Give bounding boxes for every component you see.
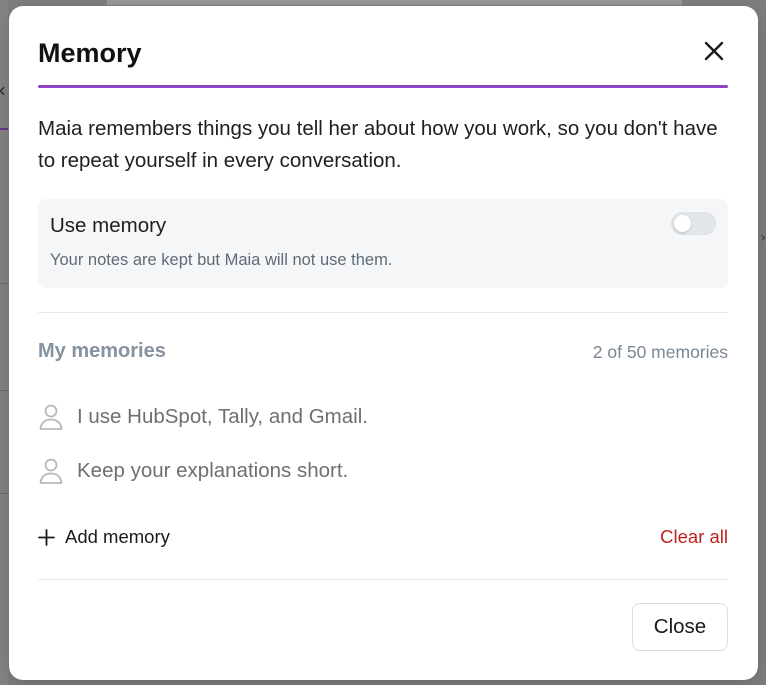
section-divider (38, 312, 728, 313)
memory-list-item: I use HubSpot, Tally, and Gmail. (38, 401, 638, 433)
chevron-right-icon: › (760, 230, 766, 246)
user-icon (38, 401, 70, 433)
close-icon[interactable] (699, 36, 729, 66)
background-sidebar (0, 0, 8, 685)
background-divider (0, 283, 8, 284)
user-icon (38, 455, 70, 487)
dialog-title: Memory (38, 38, 142, 68)
use-memory-label: Use memory (50, 214, 167, 237)
toggle-knob (674, 215, 691, 232)
use-memory-sublabel: Your notes are kept but Maia will not us… (50, 251, 393, 269)
footer-divider (38, 579, 728, 580)
dialog-description: Maia remembers things you tell her about… (38, 117, 718, 172)
memory-text: I use HubSpot, Tally, and Gmail. (77, 405, 368, 428)
add-memory-label: Add memory (65, 526, 170, 547)
use-memory-card: Use memory Your notes are kept but Maia … (38, 199, 728, 288)
plus-icon (38, 528, 56, 546)
close-button[interactable]: Close (632, 603, 728, 651)
use-memory-toggle[interactable] (671, 212, 716, 235)
background-accent-line (0, 128, 8, 130)
background-panel (107, 0, 682, 5)
chevron-left-icon: ‹ (0, 78, 6, 102)
my-memories-heading: My memories (38, 340, 166, 362)
memory-text: Keep your explanations short. (77, 459, 349, 482)
background-divider (0, 390, 8, 391)
memory-list-item: Keep your explanations short. (38, 455, 638, 487)
add-memory-button[interactable]: Add memory (38, 524, 170, 550)
clear-all-button[interactable]: Clear all (660, 526, 728, 548)
memory-count: 2 of 50 memories (592, 342, 728, 362)
memory-dialog: Memory Maia remembers things you tell he… (9, 6, 758, 680)
background-divider (0, 493, 8, 494)
title-underline (38, 85, 728, 88)
